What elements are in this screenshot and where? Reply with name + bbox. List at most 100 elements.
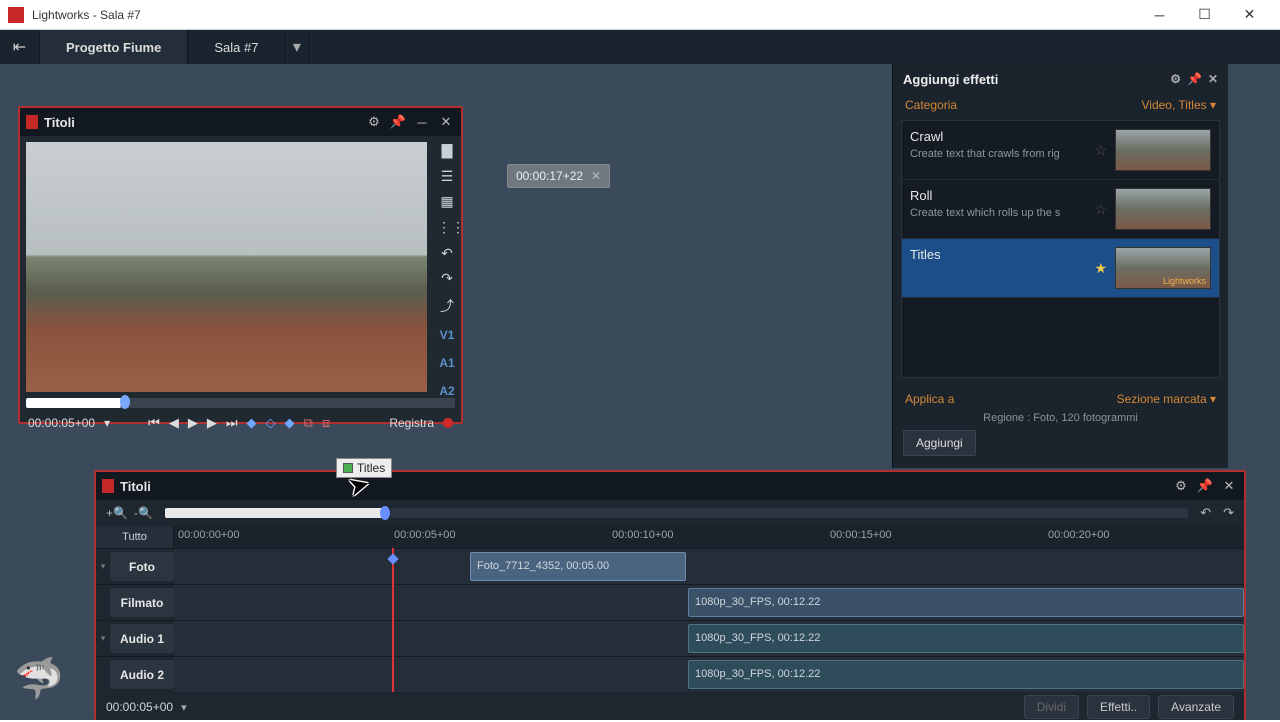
add-effect-button[interactable]: Aggiungi xyxy=(903,430,976,456)
track-a2[interactable]: A2 xyxy=(439,384,454,398)
viewer-timecode: 00:00:05+00 xyxy=(28,416,95,430)
track-lane[interactable]: Foto_7712_4352, 00:05.00 xyxy=(174,549,1244,584)
delete-button[interactable]: ⧈ xyxy=(322,415,330,431)
timeline-header[interactable]: Titoli ⚙ 📌 ✕ xyxy=(96,472,1244,500)
ruler-label[interactable]: Tutto xyxy=(96,526,174,548)
metadata-icon[interactable]: ⋮⋮ xyxy=(437,219,457,237)
advanced-button[interactable]: Avanzate xyxy=(1158,695,1234,719)
timeline-ruler[interactable]: Tutto 00:00:00+00 00:00:05+00 00:00:10+0… xyxy=(96,526,1244,548)
category-value: Video, Titles ▾ xyxy=(1141,98,1216,112)
timeline-playhead[interactable] xyxy=(392,548,394,692)
panel-minimize-icon[interactable]: ─ xyxy=(413,115,431,130)
panel-close-icon[interactable]: ✕ xyxy=(437,114,455,130)
mark-out-button[interactable]: ◆ xyxy=(285,415,295,431)
effects-panel: Aggiungi effetti ⚙ 📌 ✕ Categoria Video, … xyxy=(892,64,1228,468)
gear-icon[interactable]: ⚙ xyxy=(365,114,383,130)
effect-item-crawl[interactable]: CrawlCreate text that crawls from rig ☆ xyxy=(902,121,1219,180)
panel-close-icon[interactable]: ✕ xyxy=(1208,72,1218,86)
apply-value: Sezione marcata ▾ xyxy=(1117,392,1216,406)
zoom-track[interactable] xyxy=(391,508,1188,518)
redo-icon[interactable]: ↷ xyxy=(437,270,457,288)
clip-video[interactable]: 1080p_30_FPS, 00:12.22 xyxy=(688,588,1244,617)
undo-icon[interactable]: ↶ xyxy=(1200,505,1211,521)
chevron-down-icon[interactable]: ▾ xyxy=(181,701,187,714)
gear-icon[interactable]: ⚙ xyxy=(1170,72,1181,86)
clip-foto[interactable]: Foto_7712_4352, 00:05.00 xyxy=(470,552,686,581)
chevron-down-icon[interactable]: ▾ xyxy=(96,549,110,584)
record-label[interactable]: Registra xyxy=(389,416,434,430)
track-label[interactable]: Audio 2 xyxy=(110,660,174,689)
viewer-transport: 00:00:05+00 ▾ ⏮ ◀ ▶ ▶ ⏭ ◆ ◇ ◆ ⧉ ⧈ Regist… xyxy=(20,408,461,438)
timeline-footer: 00:00:05+00 ▾ Dividi Effetti.. Avanzate xyxy=(96,692,1244,722)
track-label[interactable]: Foto xyxy=(110,552,174,581)
ruler-ticks[interactable]: 00:00:00+00 00:00:05+00 00:00:10+00 00:0… xyxy=(174,526,1244,548)
pin-icon[interactable]: 📌 xyxy=(1196,478,1214,494)
apply-row[interactable]: Applica a Sezione marcata ▾ xyxy=(893,378,1228,406)
clip-audio[interactable]: 1080p_30_FPS, 00:12.22 xyxy=(688,624,1244,653)
redo-icon[interactable]: ↷ xyxy=(1223,505,1234,521)
remove-button[interactable]: ⧉ xyxy=(304,415,313,431)
gear-icon[interactable]: ⚙ xyxy=(1172,478,1190,494)
project-tab[interactable]: Progetto Fiume xyxy=(40,30,188,64)
effects-header[interactable]: Aggiungi effetti ⚙ 📌 ✕ xyxy=(893,64,1228,94)
play-button[interactable]: ▶ xyxy=(188,415,198,431)
track-lane[interactable]: 1080p_30_FPS, 00:12.22 xyxy=(174,657,1244,692)
track-label[interactable]: Filmato xyxy=(110,588,174,617)
close-button[interactable]: ✕ xyxy=(1227,0,1272,30)
maximize-button[interactable]: ☐ xyxy=(1182,0,1227,30)
split-button[interactable]: Dividi xyxy=(1024,695,1079,719)
step-back-button[interactable]: ◀ xyxy=(169,415,179,431)
app-workspace: ⇤ Progetto Fiume Sala #7 ▾ 00:00:17+22 ✕… xyxy=(0,30,1280,720)
step-fwd-button[interactable]: ▶ xyxy=(207,415,217,431)
track-lane[interactable]: 1080p_30_FPS, 00:12.22 xyxy=(174,585,1244,620)
timecode-chip-close[interactable]: ✕ xyxy=(591,169,601,183)
track-a1[interactable]: A1 xyxy=(439,356,454,370)
clip-audio[interactable]: 1080p_30_FPS, 00:12.22 xyxy=(688,660,1244,689)
track-v1[interactable]: V1 xyxy=(440,328,455,342)
mark-clear-button[interactable]: ◇ xyxy=(266,415,276,431)
zoom-handle[interactable] xyxy=(380,506,390,520)
goto-end-button[interactable]: ⏭ xyxy=(226,415,238,431)
folder-icon[interactable]: ▇ xyxy=(437,142,457,160)
mark-in-button[interactable]: ◆ xyxy=(247,415,257,431)
record-dot-icon[interactable] xyxy=(443,418,453,428)
viewer-playhead[interactable] xyxy=(120,395,130,409)
track-lane[interactable]: 1080p_30_FPS, 00:12.22 xyxy=(174,621,1244,656)
zoom-in-button[interactable]: +🔍 xyxy=(106,506,128,520)
timeline-tracks: ▾ Foto Foto_7712_4352, 00:05.00 Filmato … xyxy=(96,548,1244,692)
timeline-timecode: 00:00:05+00 xyxy=(106,700,173,714)
track-label[interactable]: Audio 1 xyxy=(110,624,174,653)
star-icon[interactable]: ☆ xyxy=(1094,201,1107,218)
viewer-header[interactable]: Titoli ⚙ 📌 ─ ✕ xyxy=(20,108,461,136)
room-tab[interactable]: Sala #7 xyxy=(188,30,285,64)
zoom-out-button[interactable]: -🔍 xyxy=(134,506,153,520)
effect-item-roll[interactable]: RollCreate text which rolls up the s ☆ xyxy=(902,180,1219,239)
track-row-foto: ▾ Foto Foto_7712_4352, 00:05.00 xyxy=(96,548,1244,584)
star-icon[interactable]: ☆ xyxy=(1094,142,1107,159)
zoom-range-bar[interactable] xyxy=(165,508,385,518)
drag-tooltip: Titles xyxy=(336,458,392,478)
flag-icon xyxy=(102,479,114,493)
tab-dropdown[interactable]: ▾ xyxy=(285,30,309,64)
chevron-down-icon[interactable]: ▾ xyxy=(104,416,110,430)
effects-button[interactable]: Effetti.. xyxy=(1087,695,1150,719)
list-icon[interactable]: ☰ xyxy=(437,168,457,186)
pin-icon[interactable]: 📌 xyxy=(1187,72,1202,86)
pin-icon[interactable]: 📌 xyxy=(389,114,407,130)
effect-item-titles[interactable]: Titles ★ xyxy=(902,239,1219,298)
back-button[interactable]: ⇤ xyxy=(0,30,40,64)
effects-category-row[interactable]: Categoria Video, Titles ▾ xyxy=(893,94,1228,120)
viewer-scrubber[interactable] xyxy=(26,398,455,408)
viewer-panel: Titoli ⚙ 📌 ─ ✕ ▇ ☰ ▦ ⋮⋮ ↶ ↷ ⤴ V1 A1 A2 0… xyxy=(18,106,463,424)
goto-start-button[interactable]: ⏮ xyxy=(148,415,160,431)
minimize-button[interactable]: ─ xyxy=(1137,0,1182,30)
export-icon[interactable]: ⤴ xyxy=(437,296,457,314)
category-label: Categoria xyxy=(905,98,957,112)
undo-icon[interactable]: ↶ xyxy=(437,245,457,263)
chevron-down-icon[interactable]: ▾ xyxy=(96,621,110,656)
apply-label: Applica a xyxy=(905,392,954,406)
tiles-icon[interactable]: ▦ xyxy=(437,193,457,211)
panel-close-icon[interactable]: ✕ xyxy=(1220,478,1238,494)
star-icon[interactable]: ★ xyxy=(1094,260,1107,277)
viewer-preview[interactable] xyxy=(26,142,427,392)
